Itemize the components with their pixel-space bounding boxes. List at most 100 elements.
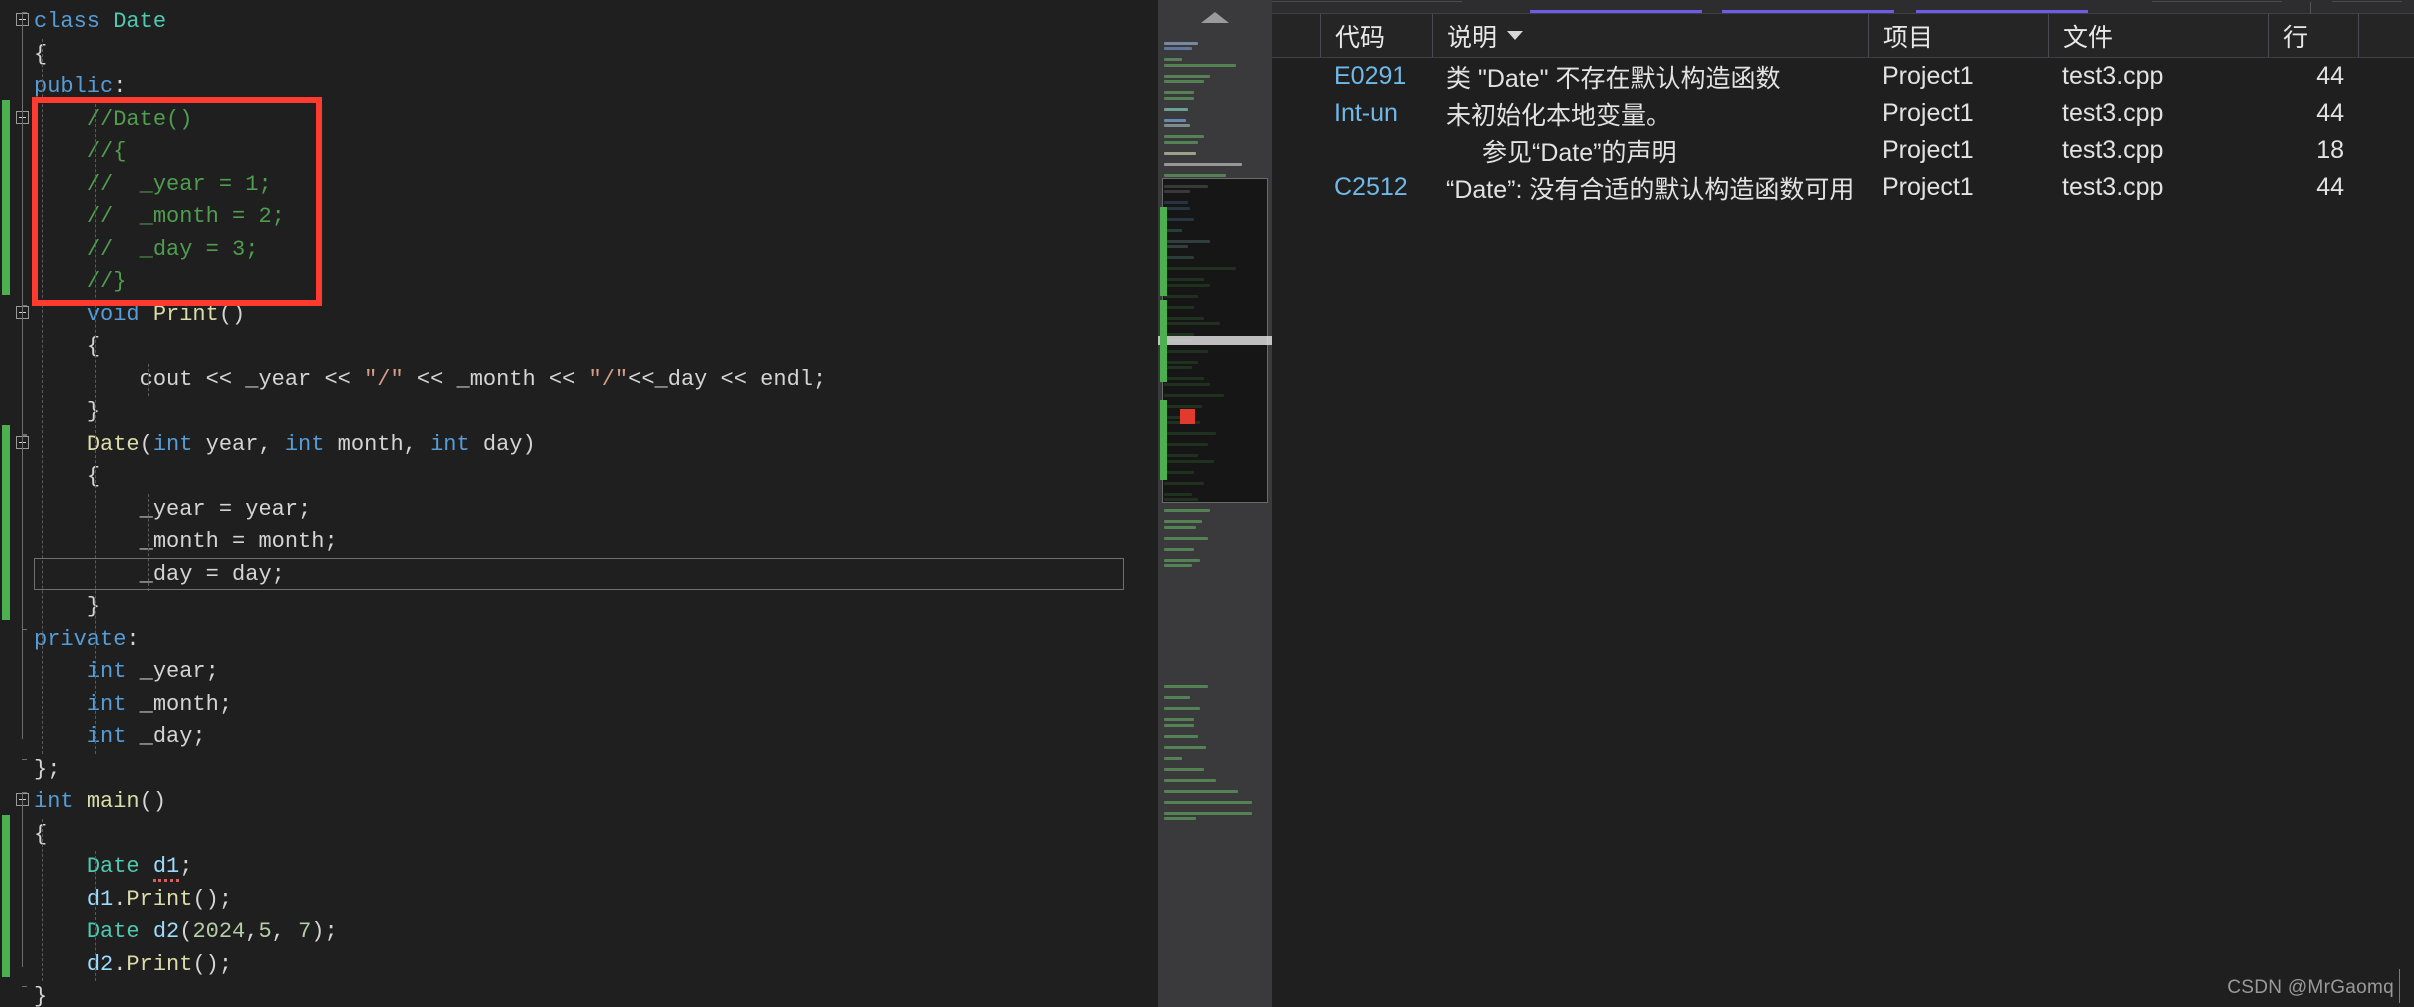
code-line[interactable]: int _month; <box>34 689 1158 722</box>
minimap-change-marker <box>1160 400 1167 480</box>
fold-gutter[interactable] <box>12 0 34 1007</box>
toolbar-overflow[interactable] <box>2332 1 2402 2</box>
error-cell-proj: Project1 <box>1868 95 2048 132</box>
code-line[interactable]: cout << _year << "/" << _month << "/"<<_… <box>34 364 1158 397</box>
code-line[interactable]: void Print() <box>34 299 1158 332</box>
error-cell-icon <box>1272 58 1320 95</box>
editor-minimap[interactable] <box>1158 0 1272 1007</box>
code-line[interactable]: int main() <box>34 786 1158 819</box>
code-line[interactable]: // _day = 3; <box>34 234 1158 267</box>
code-token: ( <box>139 431 153 457</box>
code-token: : <box>126 626 140 652</box>
code-token: int <box>34 789 74 814</box>
minimap-line <box>1164 811 1252 815</box>
minimap-change-marker <box>1160 207 1167 296</box>
scroll-up-arrow-icon[interactable] <box>1201 12 1229 23</box>
code-line[interactable]: private: <box>34 624 1158 657</box>
column-header-line[interactable]: 行 <box>2268 14 2358 57</box>
indent-guide <box>42 818 43 981</box>
code-line[interactable]: { <box>34 819 1158 852</box>
column-header-code[interactable]: 代码 <box>1320 14 1432 57</box>
minimap-line <box>1164 767 1204 771</box>
code-line[interactable]: }; <box>34 754 1158 787</box>
code-line[interactable]: //} <box>34 266 1158 299</box>
error-list-row[interactable]: 参见“Date”的声明 Project1 test3.cpp 18 <box>1272 132 2414 169</box>
code-token: } <box>86 399 101 424</box>
column-header-desc[interactable]: 说明 <box>1432 14 1868 57</box>
code-token: 7 <box>298 919 312 944</box>
code-line[interactable]: int _year; <box>34 656 1158 689</box>
toolbar-filter-warnings[interactable] <box>1722 10 1894 13</box>
code-line[interactable]: } <box>34 396 1158 429</box>
toolbar-build-filter[interactable] <box>2152 1 2282 2</box>
code-line[interactable]: // _year = 1; <box>34 169 1158 202</box>
error-cell-line: 18 <box>2268 132 2358 169</box>
code-editor[interactable]: class Date{public: //Date() //{ // _year… <box>0 0 1158 1007</box>
code-line[interactable]: } <box>34 591 1158 624</box>
code-line[interactable]: _year = year; <box>34 494 1158 527</box>
error-list-toolbar[interactable] <box>1272 0 2414 14</box>
column-header-file[interactable]: 文件 <box>2048 14 2268 57</box>
code-line[interactable]: d2.Print(); <box>34 949 1158 982</box>
error-cell-code: E0291 <box>1320 58 1432 95</box>
text-caret <box>2399 969 2400 1003</box>
minimap-line <box>1164 47 1192 50</box>
error-list-row[interactable]: Int-un 未初始化本地变量。 Project1 test3.cpp 44 <box>1272 95 2414 132</box>
code-token: d2 <box>152 919 180 944</box>
code-line[interactable]: //{ <box>34 136 1158 169</box>
code-token: : <box>113 74 127 99</box>
error-list-panel[interactable]: 代码 说明 项目 文件 行 E0291 类 "Date" 不存在默认构造函数 Project… <box>1272 0 2414 1007</box>
column-header-icon[interactable] <box>1272 14 1320 57</box>
code-line[interactable]: { <box>34 39 1158 72</box>
code-line[interactable]: } <box>34 981 1158 1007</box>
error-list-rows[interactable]: E0291 类 "Date" 不存在默认构造函数 Project1 test3.cpp… <box>1272 58 2414 206</box>
code-token: //} <box>86 269 127 294</box>
error-cell-text: C2512 <box>1334 173 1408 201</box>
minimap-line <box>1164 734 1198 738</box>
error-cell-sup <box>2358 169 2414 206</box>
code-token: ; <box>179 854 193 879</box>
column-header-sup[interactable] <box>2358 14 2414 57</box>
code-line[interactable]: d1.Print(); <box>34 884 1158 917</box>
code-line[interactable]: _month = month; <box>34 526 1158 559</box>
code-line[interactable]: class Date <box>34 6 1158 39</box>
code-token: _month; <box>126 691 233 717</box>
code-token: //Date() <box>86 106 193 132</box>
code-line[interactable]: _day = day; <box>34 559 1158 592</box>
error-cell-text: Project1 <box>1882 136 1974 164</box>
code-line[interactable]: Date(int year, int month, int day) <box>34 429 1158 462</box>
error-cell-sup <box>2358 58 2414 95</box>
code-token: Print <box>126 886 193 912</box>
code-token: private <box>34 626 127 652</box>
minimap-scroll-thumb[interactable] <box>1158 336 1272 345</box>
code-token: _year; <box>126 659 219 684</box>
error-cell-text: Project1 <box>1882 173 1974 201</box>
code-line[interactable]: Date d1; <box>34 851 1158 884</box>
code-token: // _day = 3; <box>86 236 259 262</box>
error-cell-text: 18 <box>2316 136 2344 164</box>
code-line[interactable]: Date d2(2024,5, 7); <box>34 916 1158 949</box>
code-line[interactable]: // _month = 2; <box>34 201 1158 234</box>
toolbar-filter-messages[interactable] <box>1916 10 2088 13</box>
column-header-proj[interactable]: 项目 <box>1868 14 2048 57</box>
error-list-row[interactable]: E0291 类 "Date" 不存在默认构造函数 Project1 test3.cpp… <box>1272 58 2414 95</box>
minimap-line <box>1164 162 1242 166</box>
code-line[interactable]: public: <box>34 71 1158 104</box>
toolbar-separator <box>2310 2 2311 14</box>
code-line[interactable]: { <box>34 331 1158 364</box>
code-text-area[interactable]: class Date{public: //Date() //{ // _year… <box>34 0 1158 1007</box>
minimap-line <box>1164 707 1200 710</box>
code-line[interactable]: int _day; <box>34 721 1158 754</box>
toolbar-search-box[interactable] <box>1272 1 1462 2</box>
code-line[interactable]: //Date() <box>34 104 1158 137</box>
minimap-line <box>1164 58 1182 61</box>
error-list-row[interactable]: C2512 “Date”: 没有合适的默认构造函数可用 Project1 test3.… <box>1272 169 2414 206</box>
toolbar-filter-errors[interactable] <box>1530 10 1702 13</box>
minimap-line <box>1164 789 1238 793</box>
minimap-line <box>1164 685 1208 688</box>
code-token: { <box>34 41 48 67</box>
error-cell-line: 44 <box>2268 95 2358 132</box>
code-line[interactable]: { <box>34 461 1158 494</box>
